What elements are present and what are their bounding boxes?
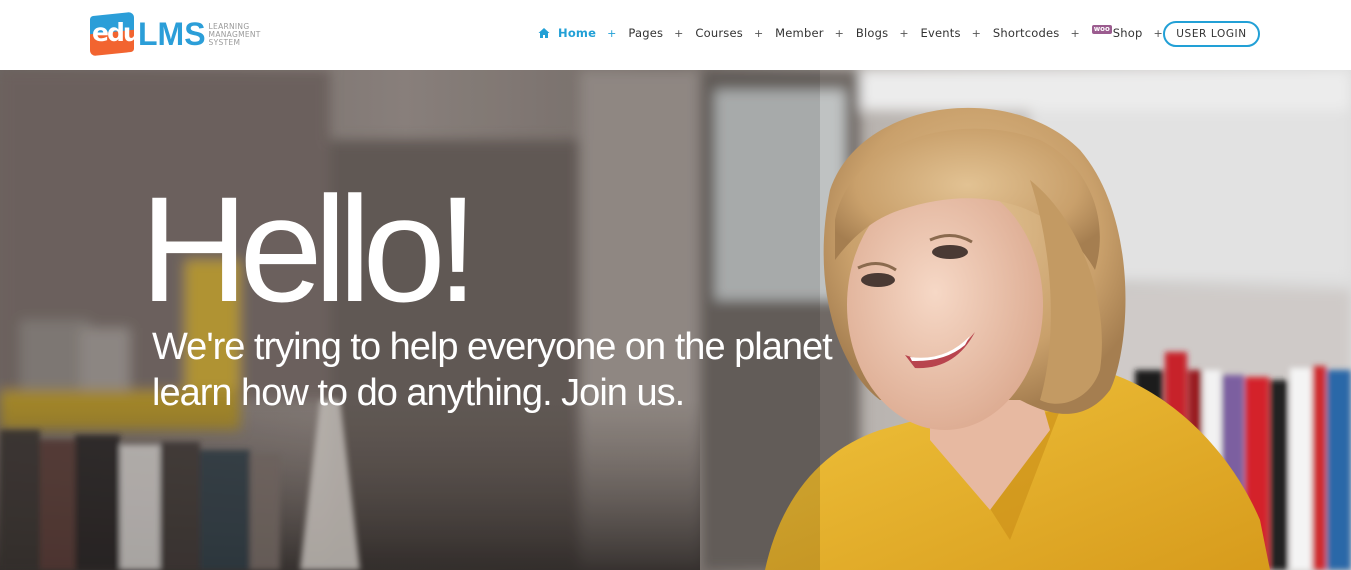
home-icon bbox=[538, 28, 550, 38]
logo-name: LMS bbox=[138, 16, 206, 52]
user-login-button[interactable]: USER LOGIN bbox=[1163, 21, 1260, 47]
nav-item-courses[interactable]: Courses + bbox=[695, 26, 763, 40]
logo-tagline-line: SYSTEM bbox=[208, 38, 241, 47]
nav-label: Events bbox=[920, 26, 961, 40]
hero-subtitle-line: We're trying to help everyone on the pla… bbox=[152, 326, 833, 368]
nav-label: Shortcodes bbox=[992, 26, 1060, 40]
nav-label: Courses bbox=[695, 26, 743, 40]
nav-label: Home bbox=[558, 26, 597, 40]
nav-item-events[interactable]: Events + bbox=[921, 26, 981, 40]
nav-item-shop[interactable]: woo Shop + bbox=[1091, 24, 1163, 40]
logo-tagline: LEARNING MANAGMENT SYSTEM bbox=[209, 23, 261, 47]
expand-icon[interactable]: + bbox=[972, 27, 981, 40]
nav-label: Shop bbox=[1112, 26, 1143, 40]
hero-subtitle-line: learn how to do anything. Join us. bbox=[152, 372, 685, 414]
expand-icon[interactable]: + bbox=[835, 27, 844, 40]
nav-label: Blogs bbox=[855, 26, 889, 40]
site-header: edu LMS LEARNING MANAGMENT SYSTEM Home +… bbox=[0, 0, 1351, 70]
expand-icon[interactable]: + bbox=[899, 27, 908, 40]
expand-icon[interactable]: + bbox=[607, 27, 616, 40]
nav-item-home[interactable]: Home + bbox=[538, 26, 616, 40]
expand-icon[interactable]: + bbox=[674, 27, 683, 40]
nav-label: Member bbox=[775, 26, 824, 40]
nav-item-blogs[interactable]: Blogs + bbox=[856, 26, 909, 40]
hero-banner: Hello! We're trying to help everyone on … bbox=[0, 70, 1351, 570]
expand-icon[interactable]: + bbox=[1070, 27, 1079, 40]
main-nav: Home + Pages + Courses + Member + Blogs … bbox=[538, 22, 1175, 44]
logo-badge-text: edu bbox=[92, 18, 141, 47]
hero-title: Hello! bbox=[140, 165, 478, 333]
nav-item-pages[interactable]: Pages + bbox=[628, 26, 683, 40]
hero-subtitle: We're trying to help everyone on the pla… bbox=[152, 324, 852, 416]
expand-icon[interactable]: + bbox=[754, 27, 763, 40]
nav-label: Pages bbox=[628, 26, 664, 40]
woo-icon: woo bbox=[1091, 24, 1112, 34]
expand-icon[interactable]: + bbox=[1154, 27, 1163, 40]
logo-badge: edu bbox=[90, 11, 141, 57]
site-logo[interactable]: edu LMS LEARNING MANAGMENT SYSTEM bbox=[90, 11, 275, 57]
nav-item-member[interactable]: Member + bbox=[775, 26, 844, 40]
nav-item-shortcodes[interactable]: Shortcodes + bbox=[993, 26, 1080, 40]
